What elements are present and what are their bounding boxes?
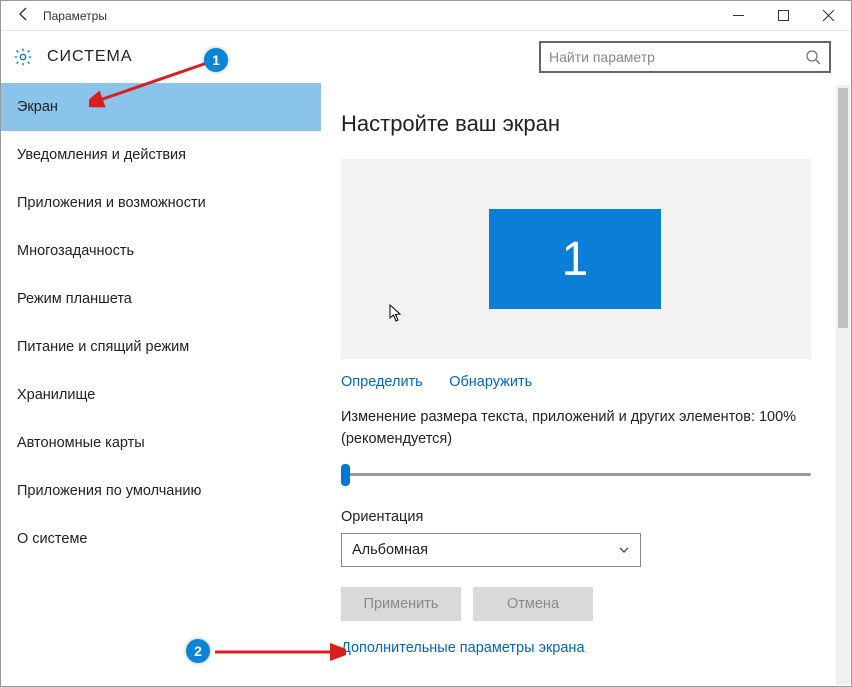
back-button[interactable] bbox=[11, 6, 37, 25]
minimize-button[interactable] bbox=[716, 1, 761, 31]
button-row: Применить Отмена bbox=[341, 587, 827, 621]
cursor-icon bbox=[389, 304, 403, 322]
sidebar: ЭкранУведомления и действияПриложения и … bbox=[1, 83, 321, 686]
slider-thumb[interactable] bbox=[341, 464, 350, 486]
gear-icon bbox=[13, 47, 33, 67]
chevron-down-icon bbox=[618, 544, 630, 556]
sidebar-item-7[interactable]: Автономные карты bbox=[1, 419, 321, 467]
section-title: СИСТЕМА bbox=[47, 48, 133, 66]
window-title: Параметры bbox=[37, 9, 716, 23]
advanced-display-link[interactable]: Дополнительные параметры экрана bbox=[341, 640, 585, 656]
detect-link[interactable]: Обнаружить bbox=[449, 374, 532, 390]
sidebar-item-1[interactable]: Уведомления и действия bbox=[1, 131, 321, 179]
maximize-button[interactable] bbox=[761, 1, 806, 31]
page-heading: Настройте ваш экран bbox=[341, 111, 827, 137]
settings-window: Параметры СИСТЕМА bbox=[0, 0, 852, 687]
sidebar-item-5[interactable]: Питание и спящий режим bbox=[1, 323, 321, 371]
close-button[interactable] bbox=[806, 1, 851, 31]
slider-track bbox=[341, 473, 811, 476]
orientation-select[interactable]: Альбомная bbox=[341, 533, 641, 567]
scale-label: Изменение размера текста, приложений и д… bbox=[341, 407, 827, 451]
body: ЭкранУведомления и действияПриложения и … bbox=[1, 83, 851, 686]
orientation-label: Ориентация bbox=[341, 509, 827, 525]
display-links: Определить Обнаружить bbox=[341, 373, 827, 391]
sidebar-item-4[interactable]: Режим планшета bbox=[1, 275, 321, 323]
sidebar-item-3[interactable]: Многозадачность bbox=[1, 227, 321, 275]
sidebar-item-8[interactable]: Приложения по умолчанию bbox=[1, 467, 321, 515]
annotation-badge-2: 2 bbox=[186, 639, 210, 663]
apply-button: Применить bbox=[341, 587, 461, 621]
window-controls bbox=[716, 1, 851, 31]
sidebar-item-6[interactable]: Хранилище bbox=[1, 371, 321, 419]
display-preview: 1 bbox=[341, 159, 811, 359]
sidebar-item-2[interactable]: Приложения и возможности bbox=[1, 179, 321, 227]
titlebar: Параметры bbox=[1, 1, 851, 31]
monitor-tile-1[interactable]: 1 bbox=[489, 209, 661, 309]
sidebar-item-0[interactable]: Экран bbox=[1, 83, 321, 131]
orientation-value: Альбомная bbox=[352, 542, 428, 558]
vertical-scrollbar[interactable] bbox=[836, 85, 850, 685]
sidebar-item-9[interactable]: О системе bbox=[1, 515, 321, 563]
header-row: СИСТЕМА bbox=[1, 31, 851, 83]
search-box[interactable] bbox=[539, 41, 831, 73]
identify-link[interactable]: Определить bbox=[341, 374, 423, 390]
search-input[interactable] bbox=[549, 49, 805, 65]
content-area: Настройте ваш экран 1 Определить Обнаруж… bbox=[321, 83, 851, 686]
scale-slider[interactable] bbox=[341, 461, 811, 489]
annotation-badge-1: 1 bbox=[204, 48, 228, 72]
search-icon bbox=[805, 49, 821, 65]
scrollbar-thumb[interactable] bbox=[838, 88, 848, 328]
monitor-number: 1 bbox=[562, 232, 589, 287]
cancel-button: Отмена bbox=[473, 587, 593, 621]
